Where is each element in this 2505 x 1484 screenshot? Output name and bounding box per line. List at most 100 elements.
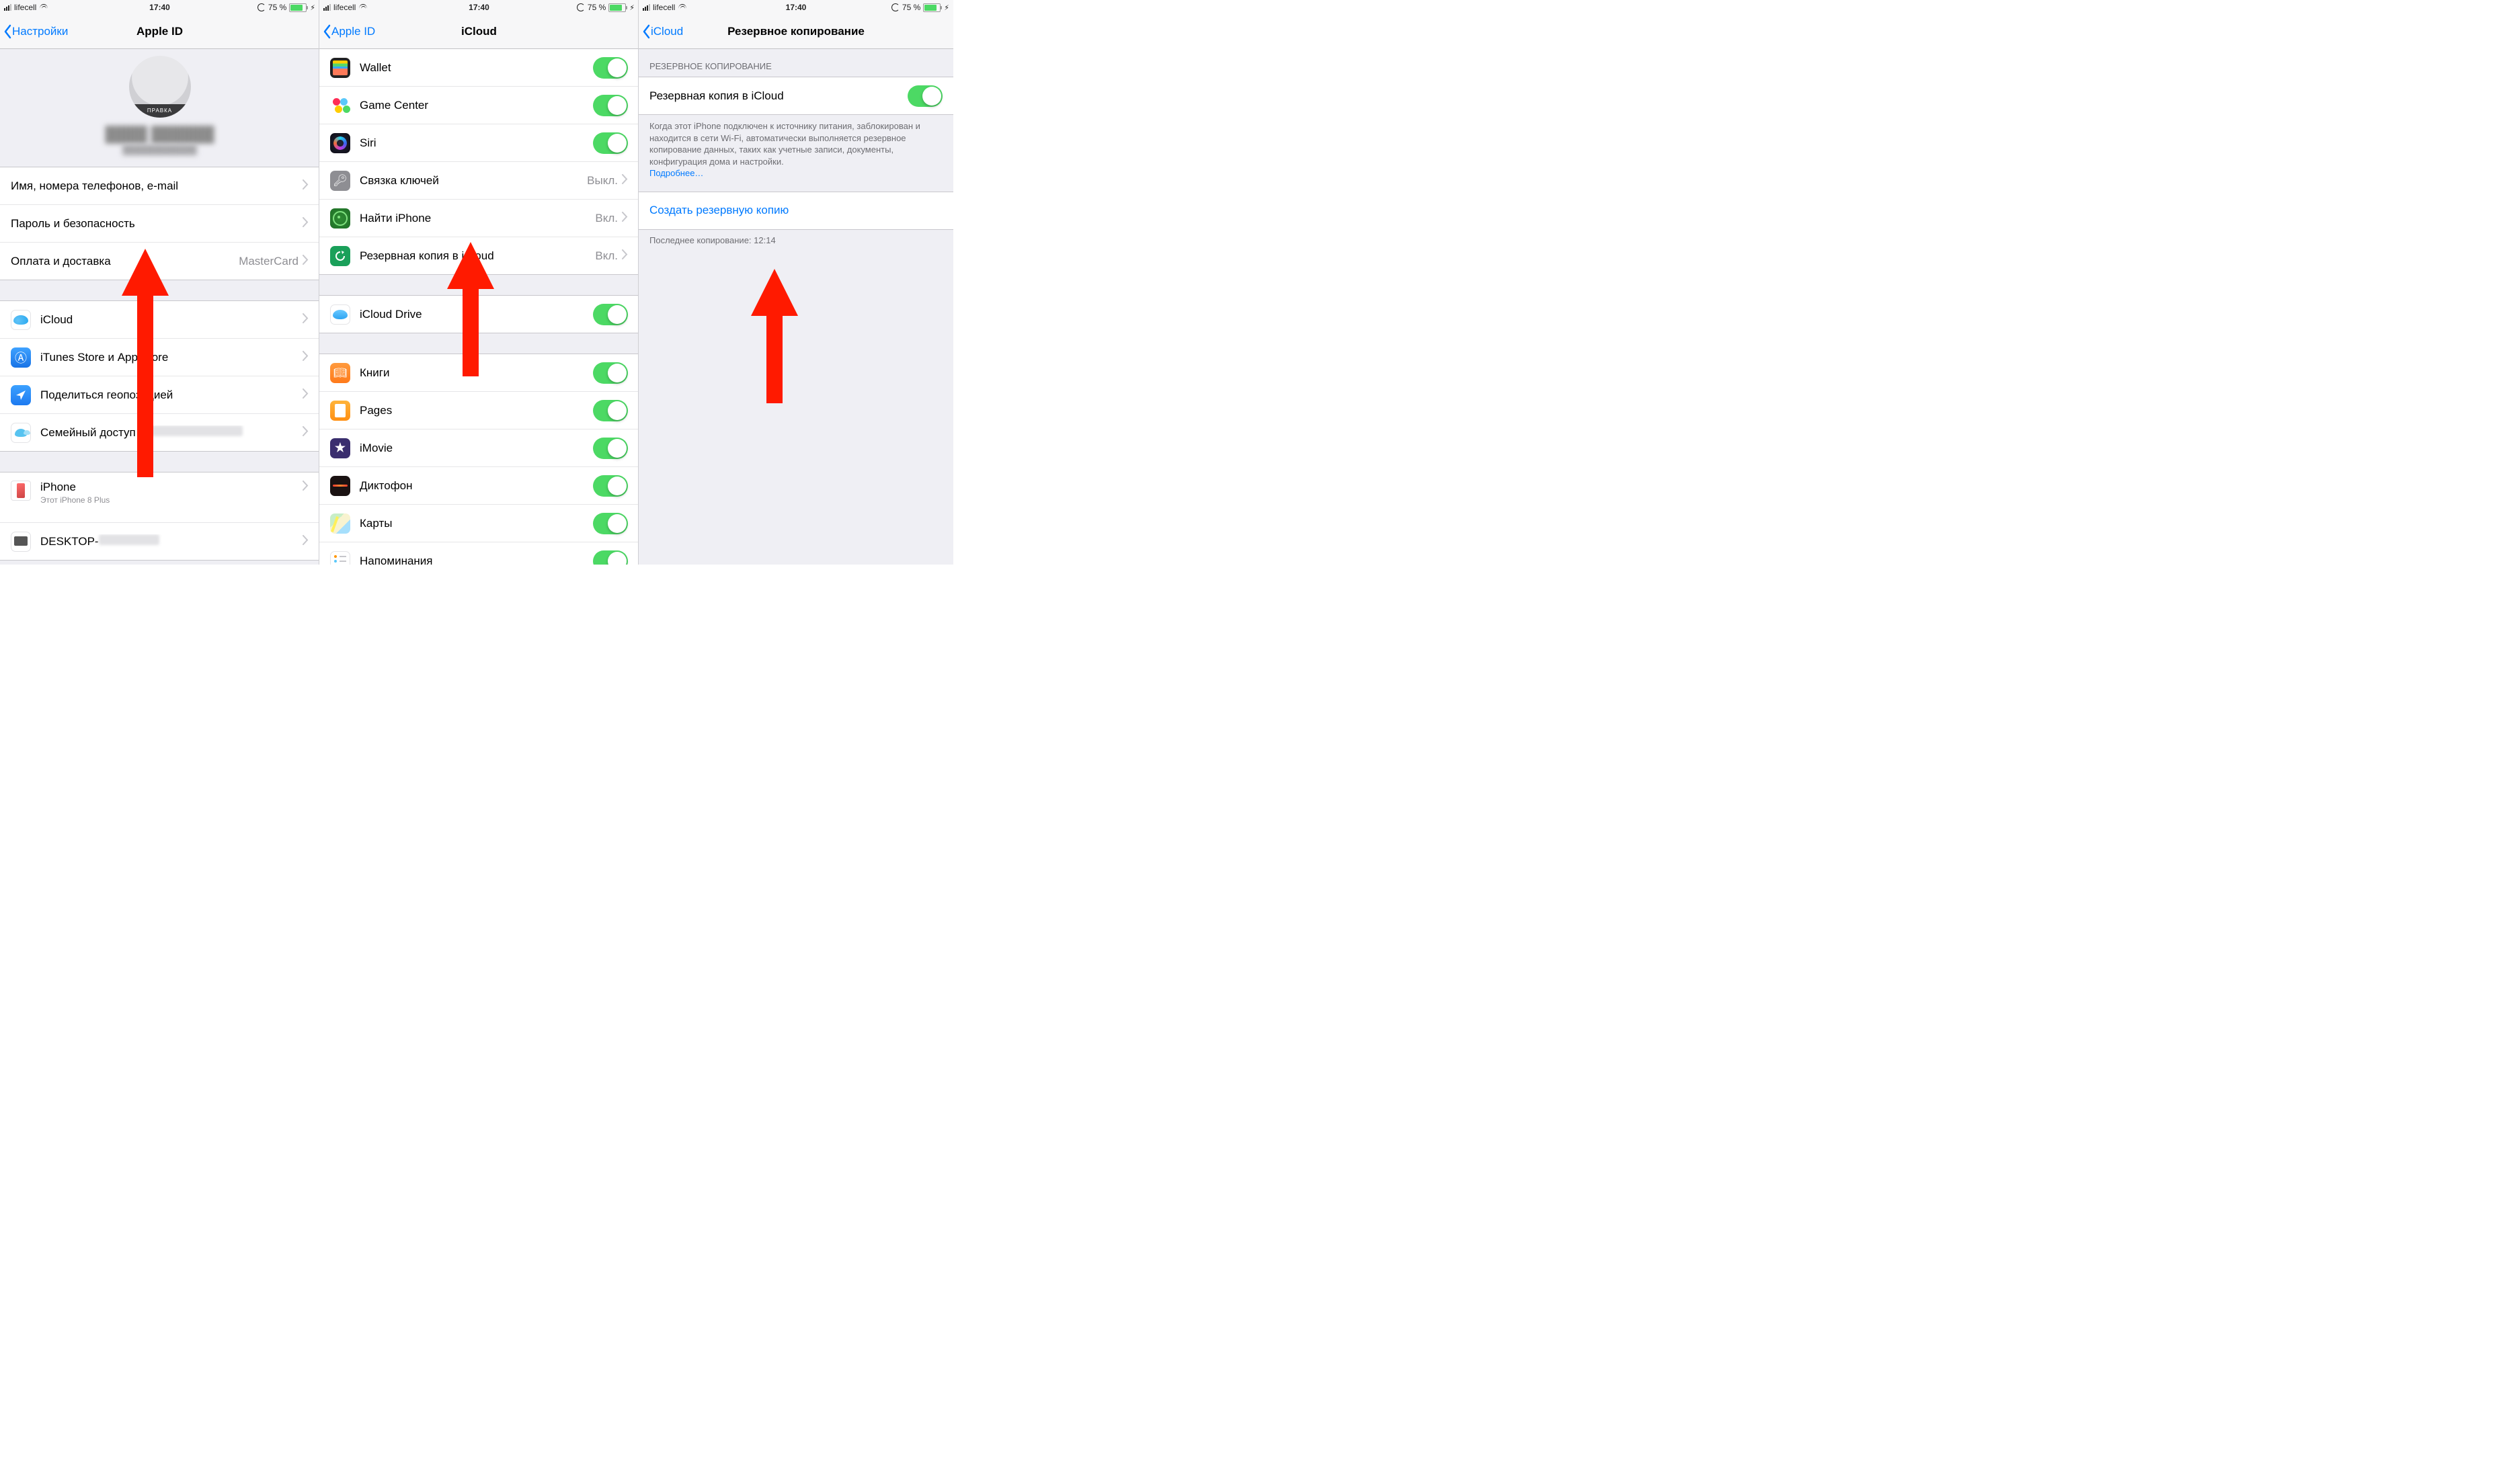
toggle-switch[interactable]: [593, 362, 628, 384]
carrier-label: lifecell: [653, 3, 675, 12]
screen-apple-id: lifecell 17:40 75 % ⚡︎ Настройки Apple I…: [0, 0, 319, 565]
back-button[interactable]: iCloud: [639, 24, 683, 39]
cell-imovie[interactable]: ★ iMovie: [319, 429, 639, 467]
back-label: Настройки: [12, 25, 68, 38]
redacted-text: [142, 425, 243, 436]
profile-email: ████████████: [122, 145, 197, 155]
cell-name-phone-email[interactable]: Имя, номера телефонов, e-mail: [0, 167, 319, 205]
cell-icloud[interactable]: iCloud: [0, 301, 319, 339]
chevron-left-icon: [641, 24, 651, 39]
clock: 17:40: [786, 3, 807, 12]
status-bar: lifecell 17:40 75 % ⚡︎: [0, 0, 319, 15]
avatar[interactable]: ПРАВКА: [129, 56, 191, 118]
battery-pct: 75 %: [588, 3, 606, 12]
cell-reminders[interactable]: Напоминания: [319, 542, 639, 565]
chevron-left-icon: [322, 24, 331, 39]
chevron-right-icon: [303, 313, 309, 327]
cell-share-location[interactable]: Поделиться геопозицией: [0, 376, 319, 414]
rotation-lock-icon: [257, 3, 266, 11]
status-bar: lifecell 17:40 75 % ⚡︎: [639, 0, 953, 15]
chevron-right-icon: [303, 179, 309, 193]
learn-more-link[interactable]: Подробнее…: [649, 168, 703, 178]
cell-family-sharing[interactable]: Семейный доступ: [0, 414, 319, 451]
battery-pct: 75 %: [902, 3, 920, 12]
back-label: iCloud: [651, 25, 683, 38]
books-icon: 📖︎: [330, 363, 350, 383]
last-backup-footer: Последнее копирование: 12:14: [639, 230, 953, 251]
clock: 17:40: [469, 3, 489, 12]
back-button[interactable]: Настройки: [0, 24, 68, 39]
chevron-right-icon: [303, 535, 309, 548]
cell-detail: Вкл.: [595, 212, 618, 225]
imovie-icon: ★: [330, 438, 350, 458]
cell-voice-memos[interactable]: Диктофон: [319, 467, 639, 505]
icloud-drive-icon: [330, 304, 350, 325]
chevron-right-icon: [303, 481, 309, 494]
cell-pages[interactable]: Pages: [319, 392, 639, 429]
profile-header: ПРАВКА ████ ██████ ████████████: [0, 49, 319, 167]
wifi-icon: [39, 4, 48, 11]
cell-device-iphone[interactable]: iPhone Этот iPhone 8 Plus: [0, 472, 319, 523]
chevron-right-icon: [622, 174, 628, 188]
voice-memos-icon: [330, 476, 350, 496]
toggle-switch[interactable]: [593, 513, 628, 534]
back-button[interactable]: Apple ID: [319, 24, 375, 39]
signal-icon: [643, 4, 650, 11]
reminders-icon: [330, 551, 350, 565]
appstore-icon: Ⓐ: [11, 347, 31, 368]
cell-maps[interactable]: Карты: [319, 505, 639, 542]
toggle-switch[interactable]: [593, 132, 628, 154]
cell-books[interactable]: 📖︎ Книги: [319, 354, 639, 392]
back-label: Apple ID: [331, 25, 375, 38]
status-bar: lifecell 17:40 75 % ⚡︎: [319, 0, 639, 15]
wallet-icon: [330, 58, 350, 78]
toggle-switch[interactable]: [593, 475, 628, 497]
toggle-switch[interactable]: [593, 95, 628, 116]
cell-device-desktop[interactable]: DESKTOP-: [0, 523, 319, 560]
cell-backup-now[interactable]: Создать резервную копию: [639, 192, 953, 229]
chevron-left-icon: [3, 24, 12, 39]
cell-siri[interactable]: Siri: [319, 124, 639, 162]
chevron-right-icon: [622, 212, 628, 225]
screen-icloud: lifecell 17:40 75 % ⚡︎ Apple ID iCloud W…: [319, 0, 639, 565]
apps-group-1: Wallet Game Center Siri 🔑︎ Связка ключей…: [319, 49, 639, 275]
rotation-lock-icon: [891, 3, 900, 11]
chevron-right-icon: [303, 217, 309, 231]
nav-title: Apple ID: [136, 25, 183, 38]
toggle-switch[interactable]: [593, 304, 628, 325]
cell-icloud-backup-toggle[interactable]: Резервная копия в iCloud: [639, 77, 953, 114]
family-icon: [11, 423, 31, 443]
chevron-right-icon: [303, 426, 309, 440]
toggle-switch[interactable]: [593, 438, 628, 459]
chevron-right-icon: [303, 351, 309, 364]
avatar-edit-badge[interactable]: ПРАВКА: [129, 104, 191, 118]
location-icon: [11, 385, 31, 405]
toggle-switch[interactable]: [593, 57, 628, 79]
section-header: РЕЗЕРВНОЕ КОПИРОВАНИЕ: [639, 49, 953, 77]
redacted-text: [99, 534, 159, 545]
cell-icloud-backup[interactable]: Резервная копия в iCloud Вкл.: [319, 237, 639, 274]
cell-game-center[interactable]: Game Center: [319, 87, 639, 124]
toggle-switch[interactable]: [593, 400, 628, 421]
cell-detail: Выкл.: [587, 174, 618, 188]
cell-password-security[interactable]: Пароль и безопасность: [0, 205, 319, 243]
game-center-icon: [330, 95, 350, 116]
profile-name: ████ ██████: [106, 126, 214, 143]
cell-keychain[interactable]: 🔑︎ Связка ключей Выкл.: [319, 162, 639, 200]
pages-icon: [330, 401, 350, 421]
key-icon: 🔑︎: [330, 171, 350, 191]
cell-payment-shipping[interactable]: Оплата и доставка MasterCard: [0, 243, 319, 280]
toggle-switch[interactable]: [908, 85, 943, 107]
account-group: Имя, номера телефонов, e-mail Пароль и б…: [0, 167, 319, 280]
chevron-right-icon: [303, 255, 309, 268]
cell-find-iphone[interactable]: Найти iPhone Вкл.: [319, 200, 639, 237]
cell-icloud-drive[interactable]: iCloud Drive: [319, 296, 639, 333]
cell-itunes-appstore[interactable]: Ⓐ iTunes Store и App Store: [0, 339, 319, 376]
cell-wallet[interactable]: Wallet: [319, 49, 639, 87]
signal-icon: [4, 4, 11, 11]
toggle-switch[interactable]: [593, 550, 628, 565]
nav-title: Резервное копирование: [727, 25, 865, 38]
find-iphone-icon: [330, 208, 350, 229]
battery-icon: [923, 3, 941, 12]
services-group: iCloud Ⓐ iTunes Store и App Store Подели…: [0, 300, 319, 452]
